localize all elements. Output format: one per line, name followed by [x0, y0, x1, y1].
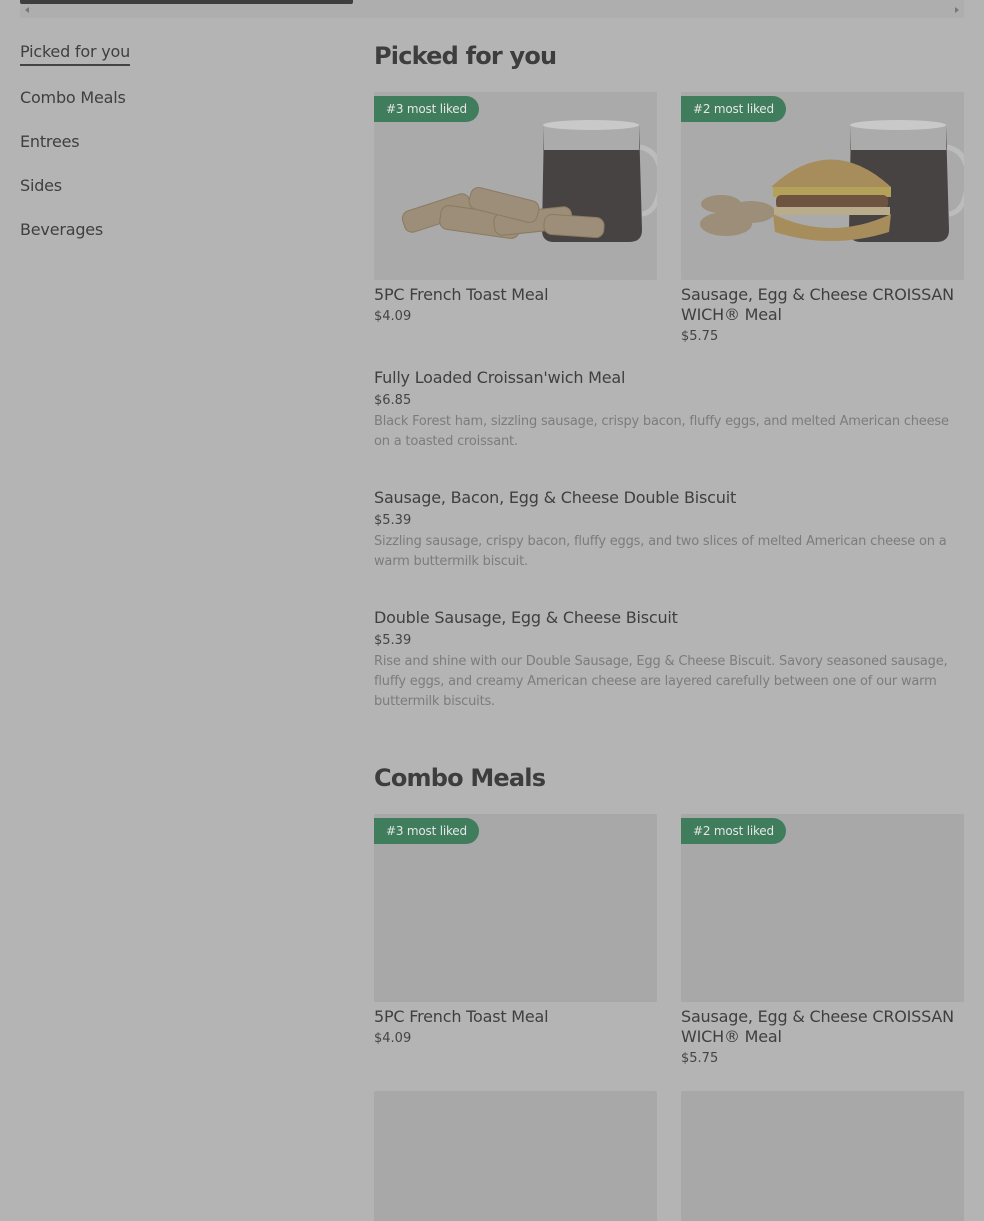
category-sidebar: Picked for you Combo Meals Entrees Sides… [20, 40, 320, 262]
section-title-picked: Picked for you [374, 42, 557, 70]
sidebar-item-label: Picked for you [20, 42, 130, 66]
item-price: $4.09 [374, 309, 412, 324]
sidebar-item-label: Sides [20, 176, 62, 195]
menu-card-french-toast-meal[interactable]: #3 most liked 5PC French Toast Meal $4.0… [374, 92, 657, 324]
sidebar-item-combo-meals[interactable]: Combo Meals [20, 86, 320, 130]
horizontal-scrollbar[interactable] [20, 0, 964, 18]
scrollbar-thumb[interactable] [20, 0, 353, 4]
scroll-right-arrow-icon[interactable] [955, 7, 959, 13]
menu-item-fully-loaded-croissanwich[interactable]: Fully Loaded Croissan'wich Meal $6.85 Bl… [374, 368, 964, 452]
item-price: $4.09 [374, 1031, 412, 1046]
sidebar-item-label: Entrees [20, 132, 80, 151]
item-description: Black Forest ham, sizzling sausage, cris… [374, 414, 949, 449]
item-name: 5PC French Toast Meal [374, 285, 549, 304]
item-price: $5.75 [681, 329, 719, 344]
menu-card-french-toast-meal-combo[interactable]: #3 most liked 5PC French Toast Meal $4.0… [374, 814, 657, 1046]
item-name: Fully Loaded Croissan'wich Meal [374, 368, 626, 387]
section-title-combo: Combo Meals [374, 764, 546, 792]
item-description: Sizzling sausage, crispy bacon, fluffy e… [374, 534, 947, 569]
sidebar-item-entrees[interactable]: Entrees [20, 130, 320, 174]
menu-item-double-sausage-biscuit[interactable]: Double Sausage, Egg & Cheese Biscuit $5.… [374, 608, 964, 712]
item-image-placeholder [681, 1091, 964, 1221]
item-name: Sausage, Egg & Cheese CROISSAN WICH® Mea… [681, 285, 954, 324]
scroll-left-arrow-icon[interactable] [25, 7, 29, 13]
item-price: $5.39 [374, 633, 412, 648]
item-name: Double Sausage, Egg & Cheese Biscuit [374, 608, 678, 627]
croissanwich-meal-image: #2 most liked [681, 92, 964, 280]
french-toast-meal-image: #3 most liked [374, 92, 657, 280]
item-price: $5.75 [681, 1051, 719, 1066]
item-name: Sausage, Egg & Cheese CROISSAN WICH® Mea… [681, 1007, 954, 1046]
most-liked-badge: #3 most liked [374, 96, 479, 122]
most-liked-badge: #2 most liked [681, 96, 786, 122]
sidebar-item-sides[interactable]: Sides [20, 174, 320, 218]
item-image-placeholder: #2 most liked [681, 814, 964, 1002]
sidebar-item-picked-for-you[interactable]: Picked for you [20, 40, 320, 84]
most-liked-badge: #2 most liked [681, 818, 786, 844]
sidebar-item-beverages[interactable]: Beverages [20, 218, 320, 262]
sidebar-item-label: Beverages [20, 220, 104, 239]
item-description: Rise and shine with our Double Sausage, … [374, 654, 948, 709]
menu-card-croissanwich-meal[interactable]: #2 most liked Sausage, Egg & Cheese CROI… [681, 92, 964, 344]
item-name: 5PC French Toast Meal [374, 1007, 549, 1026]
menu-card-croissanwich-meal-combo[interactable]: #2 most liked Sausage, Egg & Cheese CROI… [681, 814, 964, 1066]
menu-card[interactable] [374, 1091, 657, 1221]
item-image-placeholder: #3 most liked [374, 814, 657, 1002]
item-image-placeholder [374, 1091, 657, 1221]
menu-card[interactable] [681, 1091, 964, 1221]
item-name: Sausage, Bacon, Egg & Cheese Double Bisc… [374, 488, 737, 507]
most-liked-badge: #3 most liked [374, 818, 479, 844]
menu-item-sausage-bacon-double-biscuit[interactable]: Sausage, Bacon, Egg & Cheese Double Bisc… [374, 488, 964, 572]
item-price: $5.39 [374, 513, 412, 528]
item-price: $6.85 [374, 393, 412, 408]
sidebar-item-label: Combo Meals [20, 88, 126, 107]
